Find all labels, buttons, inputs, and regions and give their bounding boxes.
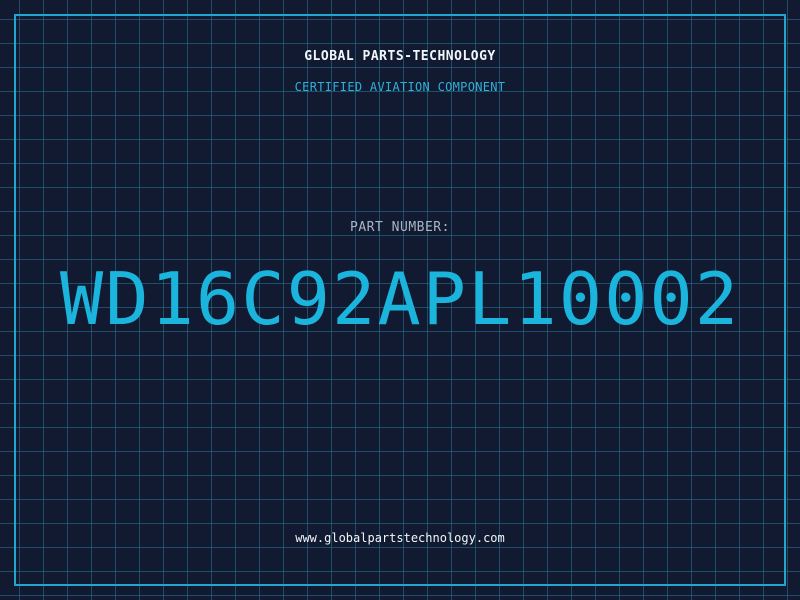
company-name: GLOBAL PARTS-TECHNOLOGY bbox=[304, 49, 496, 64]
website-url: www.globalpartstechnology.com bbox=[295, 531, 505, 545]
part-number-value: WD16C92APL10002 bbox=[59, 257, 741, 341]
tagline: CERTIFIED AVIATION COMPONENT bbox=[294, 80, 506, 94]
part-number-label: PART NUMBER: bbox=[350, 220, 450, 235]
